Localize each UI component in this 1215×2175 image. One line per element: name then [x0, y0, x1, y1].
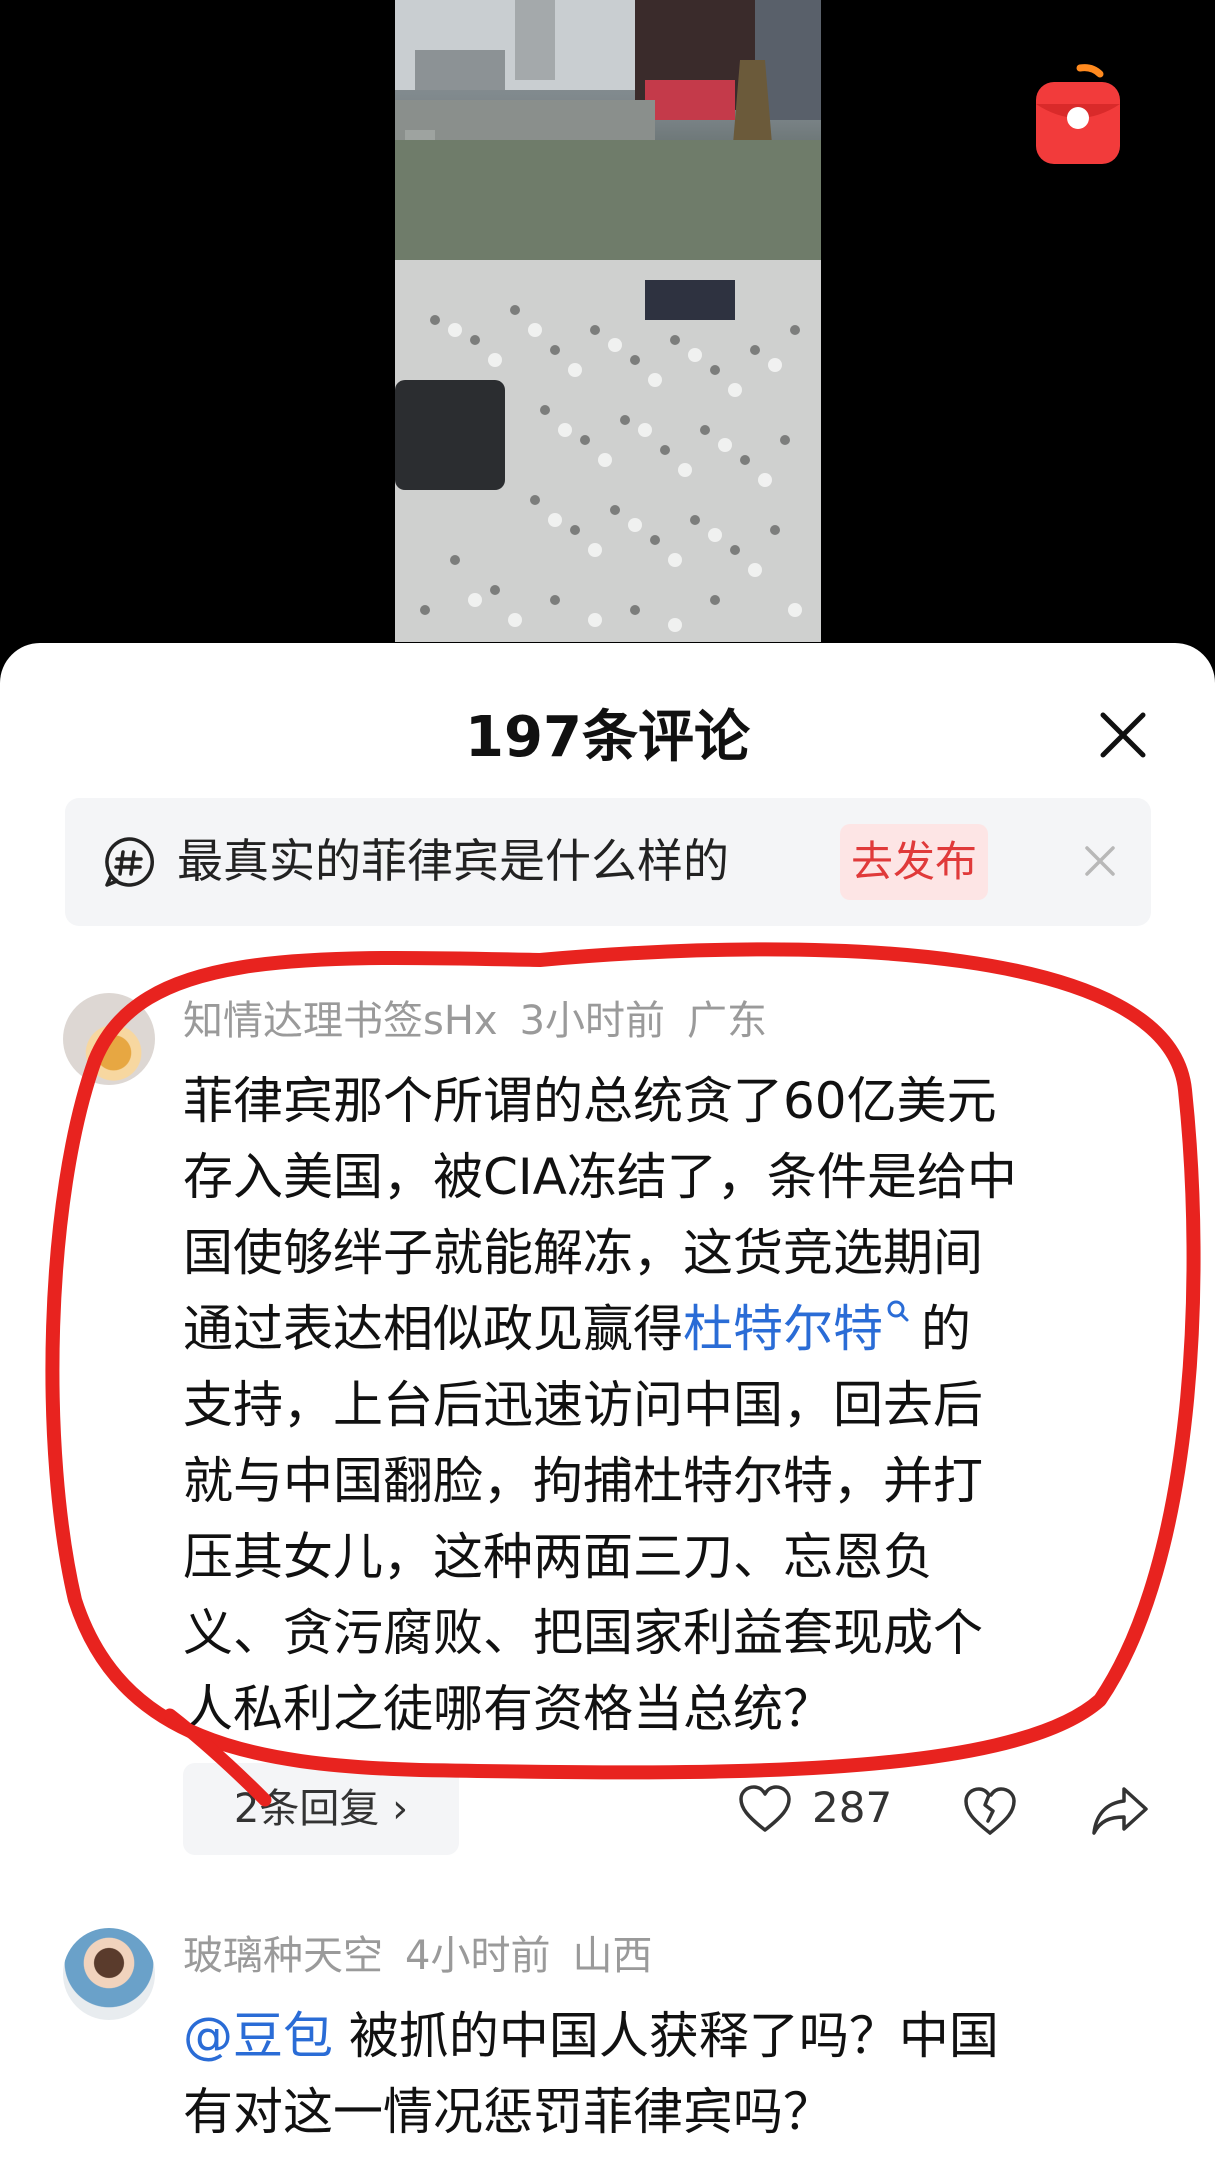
heart-icon — [739, 1785, 791, 1832]
topic-text: 最真实的菲律宾是什么样的 — [177, 834, 729, 888]
share-icon[interactable] — [1090, 1783, 1150, 1839]
broken-heart-icon[interactable] — [962, 1783, 1018, 1839]
dismiss-topic-icon[interactable] — [1075, 836, 1125, 886]
comments-count-title: 197条评论 — [465, 705, 750, 770]
comment-location: 山西 — [572, 1933, 653, 1979]
avatar[interactable] — [63, 1928, 155, 2020]
comment-line: 存入美国，被CIA冻结了，条件是给中 — [183, 1148, 1017, 1206]
comment-meta: 知情达理书签sHx 3小时前 广东 — [183, 993, 789, 1049]
comment-line-part: 的 — [921, 1300, 971, 1358]
linked-term[interactable]: 杜特尔特 — [683, 1300, 883, 1358]
like-count: 287 — [812, 1783, 893, 1832]
comment-line: 人私利之徒哪有资格当总统？ — [183, 1680, 833, 1738]
comment-line: 有对这一情况惩罚菲律宾吗？ — [183, 2083, 833, 2141]
crowd-video-image — [395, 0, 821, 642]
close-icon[interactable] — [1093, 705, 1153, 765]
comment-line: 菲律宾那个所谓的总统贪了60亿美元 — [183, 1072, 997, 1130]
comment-line-part: 被抓的中国人获释了吗？中国 — [333, 2007, 999, 2065]
comment-text: 菲律宾那个所谓的总统贪了60亿美元 存入美国，被CIA冻结了，条件是给中 国使够… — [183, 1063, 1153, 1747]
mention-link[interactable]: @豆包 — [183, 2007, 333, 2065]
comment-line: 义、贪污腐败、把国家利益套现成个 — [183, 1604, 983, 1662]
avatar[interactable] — [63, 993, 155, 1085]
hashtag-icon — [103, 836, 155, 888]
comment-line-part: 通过表达相似政见赢得 — [183, 1300, 683, 1358]
comment-line: @豆包 被抓的中国人获释了吗？中国 — [183, 1998, 1153, 2074]
comment-time: 4小时前 — [405, 1933, 551, 1979]
comment-line: 压其女儿，这种两面三刀、忘恩负 — [183, 1528, 933, 1586]
search-link[interactable]: 杜特尔特 — [683, 1300, 913, 1358]
comment-location: 广东 — [687, 998, 768, 1044]
comment-line: 支持，上台后迅速访问中国，回去后 — [183, 1376, 983, 1434]
comment-line: 通过表达相似政见赢得杜特尔特的 — [183, 1291, 1153, 1367]
video-player[interactable] — [0, 0, 1215, 660]
comment-line: 国使够绊子就能解冻，这货竞选期间 — [183, 1224, 983, 1282]
red-packet-icon[interactable] — [1030, 62, 1126, 170]
topic-suggestion-bar[interactable]: 最真实的菲律宾是什么样的 去发布 — [65, 798, 1151, 926]
video-frame[interactable] — [395, 0, 821, 642]
comment-text: @豆包 被抓的中国人获释了吗？中国 有对这一情况惩罚菲律宾吗？ — [183, 1998, 1153, 2150]
comment-username[interactable]: 玻璃种天空 — [183, 1933, 383, 1979]
comment-username[interactable]: 知情达理书签sHx — [183, 998, 498, 1044]
comment-time: 3小时前 — [519, 998, 666, 1044]
view-replies-button[interactable]: 2条回复 › — [183, 1763, 459, 1855]
comment-line: 就与中国翻脸，拘捕杜特尔特，并打 — [183, 1452, 983, 1510]
comments-sheet: 197条评论 最真实的菲律宾是什么样的 去发布 知情达理书签sHx 3小时前 广东 … — [0, 643, 1215, 2175]
search-icon — [887, 1300, 909, 1322]
post-button[interactable]: 去发布 — [840, 824, 988, 900]
comment-meta: 玻璃种天空 4小时前 山西 — [183, 1928, 674, 1984]
